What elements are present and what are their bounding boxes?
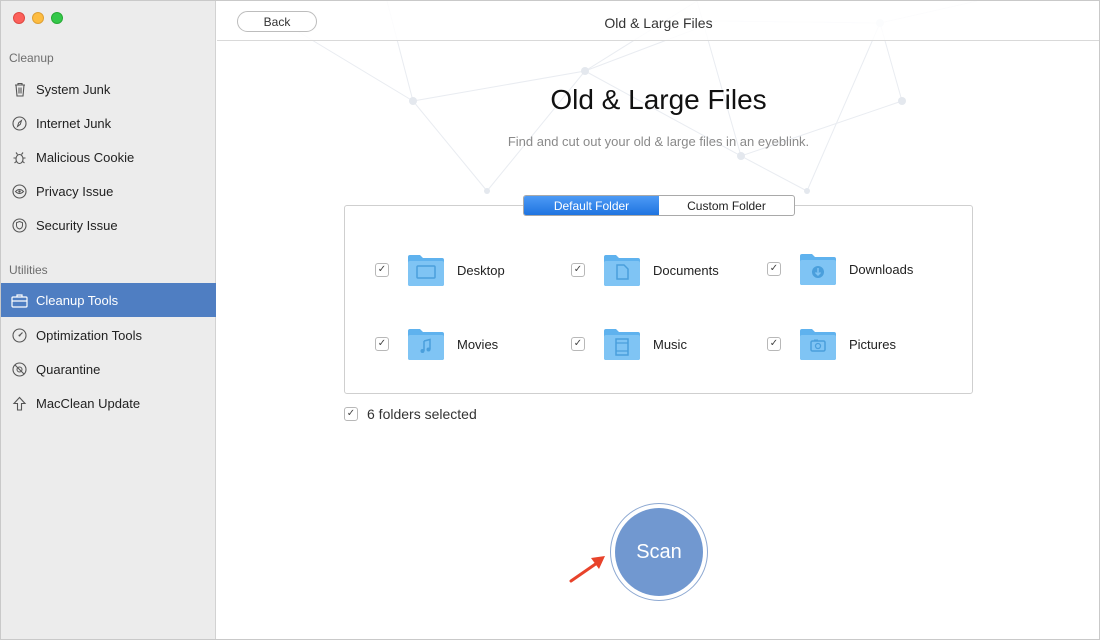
- tab-custom-folder[interactable]: Custom Folder: [659, 196, 794, 215]
- minimize-window-button[interactable]: [32, 12, 44, 24]
- folder-label: Downloads: [849, 261, 914, 277]
- folder-item-downloads[interactable]: ✓ Downloads: [767, 249, 947, 289]
- sidebar-item-label: Internet Junk: [36, 115, 112, 131]
- folder-checkbox[interactable]: ✓: [571, 263, 585, 277]
- sidebar-item-label: Security Issue: [36, 217, 118, 233]
- pictures-folder-icon: [799, 327, 837, 361]
- window-controls: [13, 12, 63, 24]
- app-window: Cleanup System Junk Internet Junk Malici…: [0, 0, 1100, 640]
- selected-count-label: 6 folders selected: [367, 406, 477, 422]
- folder-checkbox[interactable]: ✓: [767, 262, 781, 276]
- folder-label: Documents: [653, 262, 719, 278]
- movies-folder-icon: [407, 327, 445, 361]
- sidebar-item-internet-junk[interactable]: Internet Junk: [1, 106, 216, 140]
- folder-checkbox[interactable]: ✓: [375, 263, 389, 277]
- scan-button[interactable]: Scan: [615, 508, 703, 596]
- biohazard-icon: [11, 361, 28, 378]
- sidebar-item-label: Cleanup Tools: [36, 292, 119, 308]
- sidebar-section-utilities: Utilities: [9, 263, 48, 277]
- sidebar-item-optimization-tools[interactable]: Optimization Tools: [1, 318, 216, 352]
- toolbar: Back Old & Large Files: [217, 1, 1099, 41]
- main-panel: Back Old & Large Files Old & Large Files…: [217, 1, 1099, 639]
- folder-selection-panel: ✓ Desktop ✓ Documents ✓ Downloads ✓ Movi…: [344, 205, 973, 394]
- gauge-icon: [11, 327, 28, 344]
- folder-mode-tabs: Default Folder Custom Folder: [523, 195, 795, 216]
- sidebar-item-quarantine[interactable]: Quarantine: [1, 352, 216, 386]
- folder-item-movies[interactable]: ✓ Movies: [375, 324, 555, 364]
- eye-icon: [11, 183, 28, 200]
- sidebar-item-label: System Junk: [36, 81, 111, 97]
- window-title: Old & Large Files: [604, 15, 713, 31]
- arrow-up-icon: [11, 395, 28, 412]
- folder-item-desktop[interactable]: ✓ Desktop: [375, 250, 555, 290]
- folder-checkbox[interactable]: ✓: [375, 337, 389, 351]
- close-window-button[interactable]: [13, 12, 25, 24]
- selection-summary: ✓ 6 folders selected: [344, 406, 477, 422]
- documents-folder-icon: [603, 253, 641, 287]
- folder-item-documents[interactable]: ✓ Documents: [571, 250, 751, 290]
- shield-icon: [11, 217, 28, 234]
- sidebar-item-label: Optimization Tools: [36, 327, 142, 343]
- downloads-folder-icon: [799, 252, 837, 286]
- sidebar-item-macclean-update[interactable]: MacClean Update: [1, 386, 216, 420]
- sidebar-item-label: MacClean Update: [36, 395, 141, 411]
- sidebar-item-system-junk[interactable]: System Junk: [1, 72, 216, 106]
- sidebar-section-cleanup: Cleanup: [9, 51, 54, 65]
- sidebar-item-cleanup-tools[interactable]: Cleanup Tools: [1, 283, 216, 317]
- page-title: Old & Large Files: [550, 84, 767, 115]
- folder-checkbox[interactable]: ✓: [767, 337, 781, 351]
- music-folder-icon: [603, 327, 641, 361]
- maximize-window-button[interactable]: [51, 12, 63, 24]
- sidebar-item-label: Privacy Issue: [36, 183, 114, 199]
- folder-label: Pictures: [849, 336, 896, 352]
- select-all-checkbox[interactable]: ✓: [344, 407, 358, 421]
- toolbox-icon: [11, 292, 28, 309]
- sidebar-item-security-issue[interactable]: Security Issue: [1, 208, 216, 242]
- sidebar-item-privacy-issue[interactable]: Privacy Issue: [1, 174, 216, 208]
- page-subtitle: Find and cut out your old & large files …: [507, 134, 810, 149]
- folder-item-music[interactable]: ✓ Music: [571, 324, 751, 364]
- desktop-folder-icon: [407, 253, 445, 287]
- folder-item-pictures[interactable]: ✓ Pictures: [767, 324, 947, 364]
- bug-icon: [11, 149, 28, 166]
- folder-label: Movies: [457, 336, 499, 352]
- sidebar: Cleanup System Junk Internet Junk Malici…: [1, 1, 216, 639]
- folder-label: Desktop: [457, 262, 505, 278]
- folder-checkbox[interactable]: ✓: [571, 337, 585, 351]
- sidebar-item-label: Quarantine: [36, 361, 101, 377]
- compass-icon: [11, 115, 28, 132]
- trash-icon: [11, 81, 28, 98]
- sidebar-item-malicious-cookie[interactable]: Malicious Cookie: [1, 140, 216, 174]
- sidebar-item-label: Malicious Cookie: [36, 149, 135, 165]
- pointer-arrow-icon: [569, 556, 605, 583]
- tab-default-folder[interactable]: Default Folder: [524, 196, 659, 215]
- folder-label: Music: [653, 336, 687, 352]
